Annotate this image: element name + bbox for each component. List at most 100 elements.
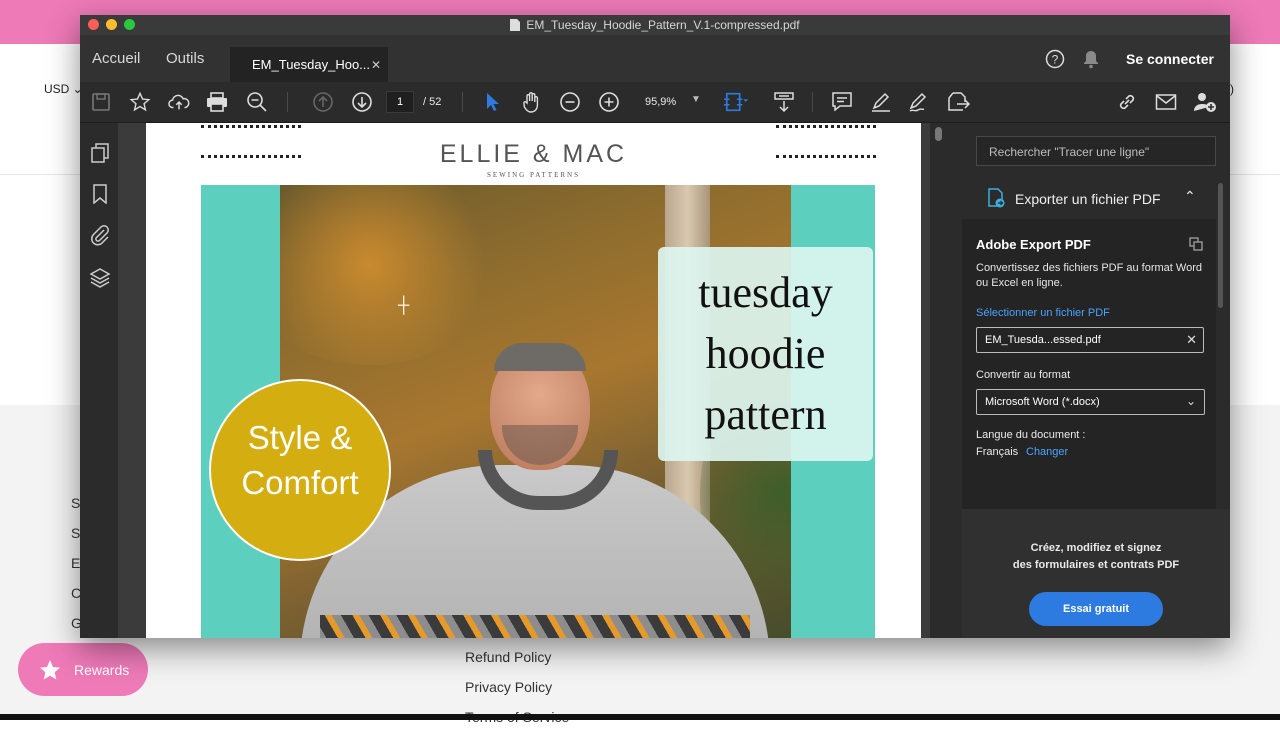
free-trial-button[interactable]: Essai gratuit [1029, 592, 1163, 626]
select-file-link[interactable]: Sélectionner un fichier PDF [976, 307, 1110, 319]
pdf-file-icon [510, 19, 521, 31]
chevron-down-icon: ⌄ [1185, 394, 1196, 408]
foliage [280, 185, 500, 365]
bookmark-icon[interactable] [92, 184, 108, 204]
cloud-upload-icon[interactable] [167, 90, 191, 114]
privacy-policy-link[interactable]: Privacy Policy [465, 672, 569, 702]
tab-tools[interactable]: Outils [166, 35, 204, 82]
scroll-icon[interactable] [772, 90, 796, 114]
mail-icon[interactable] [1154, 90, 1178, 114]
badge-line-2: Comfort [241, 464, 359, 501]
export-panel-body: Adobe Export PDF Convertissez des fichie… [962, 219, 1216, 509]
promo-line-2: des formulaires et contrats PDF [1012, 559, 1180, 571]
close-icon[interactable]: ✕ [371, 58, 381, 72]
page-number-input[interactable]: 1 [386, 91, 414, 113]
close-icon[interactable]: ✕ [1186, 332, 1197, 348]
vertical-scrollbar[interactable] [932, 123, 946, 638]
zoom-search-icon[interactable] [245, 90, 269, 114]
attachment-icon[interactable] [90, 224, 110, 246]
rewards-label: Rewards [74, 661, 130, 678]
chevron-up-icon[interactable]: ⌃ [1184, 188, 1196, 205]
refund-policy-link[interactable]: Refund Policy [465, 642, 569, 672]
language-value: Français [976, 446, 1019, 458]
link-icon[interactable] [1115, 90, 1139, 114]
crosshair-cursor: ┼ [398, 297, 410, 314]
title-line-2: hoodie [705, 329, 826, 378]
brand-subtitle: SEWING PATTERNS [487, 171, 580, 179]
sign-in-link[interactable]: Se connecter [1126, 35, 1214, 82]
chevron-down-icon[interactable]: ▼ [691, 94, 701, 105]
decorative-dots [776, 125, 876, 131]
left-navigation-panel: ◀ [80, 123, 131, 638]
right-tools-panel: Rechercher "Tracer une ligne" Exporter u… [946, 123, 1230, 638]
header-fragment: ) [1230, 82, 1234, 96]
star-icon [40, 659, 60, 679]
close-window-button[interactable] [88, 19, 99, 30]
badge-line-1: Style & [247, 419, 353, 456]
plus-circle-icon[interactable] [597, 90, 621, 114]
tab-document[interactable]: EM_Tuesday_Hoo... ✕ [230, 47, 388, 82]
export-section-header[interactable]: Exporter un fichier PDF ⌃ [962, 178, 1216, 218]
promo-box: Créez, modifiez et signez des formulaire… [962, 509, 1230, 638]
selected-file-name: EM_Tuesda...essed.pdf [985, 334, 1101, 346]
acrobat-window: EM_Tuesday_Hoodie_Pattern_V.1-compressed… [80, 15, 1230, 638]
selected-file-field[interactable]: EM_Tuesda...essed.pdf ✕ [976, 327, 1204, 353]
hand-icon[interactable] [520, 90, 544, 114]
comment-icon[interactable] [830, 90, 854, 114]
arrow-down-icon[interactable] [350, 90, 374, 114]
zoom-level[interactable]: 95,9% [645, 96, 676, 108]
minus-circle-icon[interactable] [558, 90, 582, 114]
tab-document-label: EM_Tuesday_Hoo... [252, 57, 371, 72]
toolbar-separator [462, 92, 463, 112]
save-icon[interactable] [89, 90, 113, 114]
svg-text:?: ? [1052, 53, 1059, 67]
pdf-page: ELLIE & MAC SEWING PATTERNS tuesday hood… [146, 123, 921, 638]
arrow-up-icon[interactable] [311, 90, 335, 114]
currency-selector[interactable]: USD ⌄ [44, 82, 83, 96]
add-user-icon[interactable] [1193, 90, 1217, 114]
copy-icon[interactable] [1189, 237, 1203, 251]
scrollbar-thumb[interactable] [935, 127, 942, 141]
fit-icon[interactable] [724, 90, 748, 114]
star-icon[interactable] [128, 90, 152, 114]
panel-scrollbar[interactable] [1218, 183, 1223, 308]
tab-home[interactable]: Accueil [92, 35, 140, 82]
share-icon[interactable] [947, 90, 971, 114]
bell-icon[interactable] [1082, 49, 1100, 69]
pointer-icon[interactable] [481, 90, 505, 114]
export-title: Adobe Export PDF [976, 237, 1091, 252]
page-total: / 52 [423, 96, 442, 108]
toolbar-separator [812, 92, 813, 112]
main-toolbar: 1 / 52 95,9% ▼ [80, 82, 1230, 123]
zoom-window-button[interactable] [124, 19, 135, 30]
title-bar: EM_Tuesday_Hoodie_Pattern_V.1-compressed… [80, 15, 1230, 35]
print-icon[interactable] [205, 90, 229, 114]
format-select-value: Microsoft Word (*.docx) [985, 396, 1100, 408]
tab-bar: Accueil Outils EM_Tuesday_Hoo... ✕ ? Se … [80, 35, 1230, 82]
rewards-button[interactable]: Rewards [18, 643, 148, 696]
language-label: Langue du document : [976, 429, 1086, 441]
document-viewport[interactable]: ELLIE & MAC SEWING PATTERNS tuesday hood… [118, 123, 930, 638]
screen-edge [0, 714, 1280, 720]
sign-icon[interactable] [908, 90, 932, 114]
convert-label: Convertir au format [976, 369, 1071, 381]
help-icon[interactable]: ? [1045, 49, 1065, 69]
promo-line-1: Créez, modifiez et signez [1030, 542, 1162, 554]
decorative-dots [201, 125, 301, 131]
search-tools-input[interactable]: Rechercher "Tracer une ligne" [976, 136, 1216, 166]
person-hair [494, 343, 586, 371]
change-language-link[interactable]: Changer [1026, 446, 1068, 458]
window-title: EM_Tuesday_Hoodie_Pattern_V.1-compressed… [526, 18, 800, 32]
highlight-icon[interactable] [869, 90, 893, 114]
pages-icon[interactable] [90, 143, 110, 163]
export-section-title: Exporter un fichier PDF [1015, 191, 1161, 207]
minimize-window-button[interactable] [106, 19, 117, 30]
export-description: Convertissez des fichiers PDF au format … [976, 262, 1202, 289]
toolbar-separator [287, 92, 288, 112]
layers-icon[interactable] [89, 267, 111, 289]
title-line-3: pattern [704, 390, 827, 439]
export-pdf-icon [988, 188, 1005, 208]
brand-logo: ELLIE & MAC [439, 140, 628, 168]
format-select[interactable]: Microsoft Word (*.docx) ⌄ [976, 389, 1205, 415]
hoodie-pattern-band [320, 615, 750, 638]
